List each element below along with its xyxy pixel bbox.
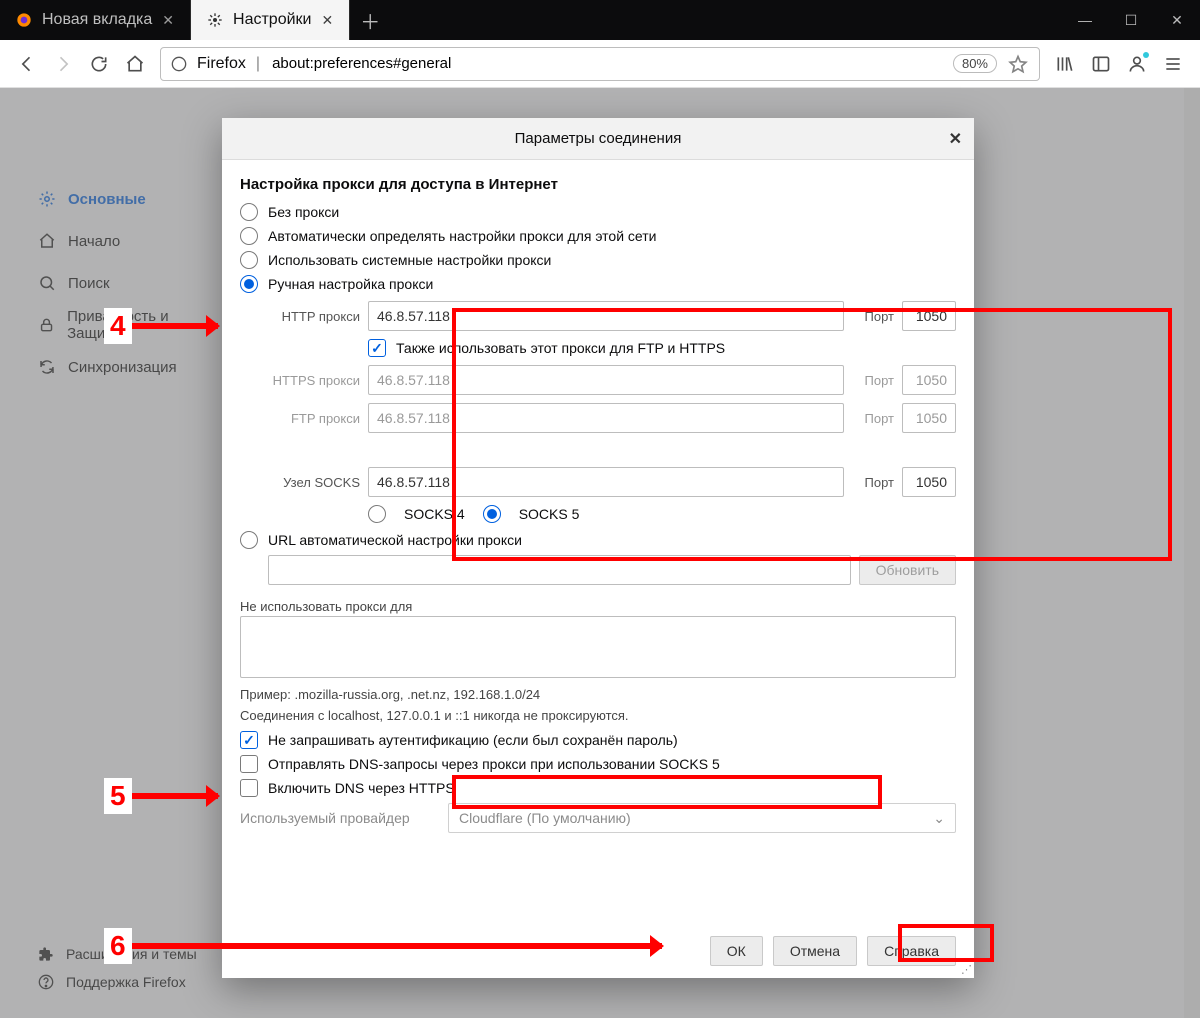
resize-grip-icon[interactable]: ⋰	[961, 963, 970, 976]
https-proxy-host	[368, 365, 844, 395]
socks-port[interactable]	[902, 467, 956, 497]
sidebar-toggle-icon[interactable]	[1090, 53, 1112, 75]
callout-6: 6	[104, 928, 662, 964]
dialog-header: Параметры соединения ✕	[222, 118, 974, 160]
provider-label: Используемый провайдер	[240, 810, 438, 826]
provider-select[interactable]: Cloudflare (По умолчанию) ⌄	[448, 803, 956, 833]
ftp-proxy-label: FTP прокси	[240, 411, 360, 426]
socks-host-label: Узел SOCKS	[240, 475, 360, 490]
connection-settings-dialog: Параметры соединения ✕ Настройка прокси …	[222, 118, 974, 978]
provider-value: Cloudflare (По умолчанию)	[459, 810, 631, 826]
bookmark-star-icon[interactable]	[1007, 53, 1029, 75]
radio-no-proxy[interactable]	[240, 203, 258, 221]
cancel-button[interactable]: Отмена	[773, 936, 857, 966]
window-controls: — ☐ ✕	[1062, 0, 1200, 40]
chk-share-proxy[interactable]	[368, 339, 386, 357]
http-proxy-label: HTTP прокси	[240, 309, 360, 324]
tab-label: Новая вкладка	[42, 11, 152, 29]
ftp-proxy-port	[902, 403, 956, 433]
socks-host[interactable]	[368, 467, 844, 497]
url-input[interactable]	[270, 54, 943, 73]
noproxy-textarea[interactable]	[240, 616, 956, 678]
dialog-title: Параметры соединения	[515, 130, 682, 147]
https-proxy-port	[902, 365, 956, 395]
callout-5: 5	[104, 778, 218, 814]
minimize-button[interactable]: —	[1062, 0, 1108, 40]
ftp-proxy-host	[368, 403, 844, 433]
port-label: Порт	[852, 309, 894, 324]
forward-button[interactable]	[52, 53, 74, 75]
http-proxy-port[interactable]	[902, 301, 956, 331]
http-proxy-host[interactable]	[368, 301, 844, 331]
noproxy-heading: Не использовать прокси для	[240, 599, 956, 614]
tab-label: Настройки	[233, 11, 311, 29]
library-icon[interactable]	[1054, 53, 1076, 75]
chk-doh[interactable]	[240, 779, 258, 797]
tab-settings[interactable]: Настройки ✕	[191, 0, 350, 40]
chk-auth[interactable]	[240, 731, 258, 749]
zoom-indicator[interactable]: 80%	[953, 54, 997, 73]
section-heading: Настройка прокси для доступа в Интернет	[240, 176, 956, 193]
home-button[interactable]	[124, 53, 146, 75]
radio-manual[interactable]	[240, 275, 258, 293]
close-icon[interactable]: ✕	[162, 12, 174, 29]
window-titlebar: Новая вкладка ✕ Настройки ✕ ＋ — ☐ ✕	[0, 0, 1200, 40]
radio-socks5[interactable]	[483, 505, 501, 523]
app-menu-button[interactable]	[1162, 53, 1184, 75]
account-icon[interactable]	[1126, 53, 1148, 75]
page-area: Основные Начало Поиск Приватность и Защи…	[0, 88, 1200, 1018]
ok-button[interactable]: ОК	[710, 936, 763, 966]
pac-url[interactable]	[268, 555, 851, 585]
dialog-footer: ОК Отмена Справка	[710, 936, 956, 966]
noproxy-note: Соединения с localhost, 127.0.0.1 и ::1 …	[240, 708, 956, 723]
chevron-down-icon: ⌄	[933, 810, 945, 827]
new-tab-button[interactable]: ＋	[350, 0, 390, 40]
radio-system[interactable]	[240, 251, 258, 269]
close-icon[interactable]: ✕	[321, 12, 333, 29]
noproxy-example: Пример: .mozilla-russia.org, .net.nz, 19…	[240, 687, 956, 702]
close-window-button[interactable]: ✕	[1154, 0, 1200, 40]
firefox-icon	[171, 56, 187, 72]
radio-socks4[interactable]	[368, 505, 386, 523]
radio-auto-detect[interactable]	[240, 227, 258, 245]
https-proxy-label: HTTPS прокси	[240, 373, 360, 388]
gear-icon	[207, 12, 223, 28]
nav-toolbar: Firefox | 80%	[0, 40, 1200, 88]
pac-reload-button[interactable]: Обновить	[859, 555, 956, 585]
firefox-icon	[16, 12, 32, 28]
reload-button[interactable]	[88, 53, 110, 75]
urlbar-identity: Firefox	[197, 55, 246, 73]
callout-4: 4	[104, 308, 218, 344]
tab-newtab[interactable]: Новая вкладка ✕	[0, 0, 191, 40]
help-button[interactable]: Справка	[867, 936, 956, 966]
chk-socks-dns[interactable]	[240, 755, 258, 773]
url-bar[interactable]: Firefox | 80%	[160, 47, 1040, 81]
maximize-button[interactable]: ☐	[1108, 0, 1154, 40]
dialog-close-button[interactable]: ✕	[949, 129, 962, 149]
radio-pac[interactable]	[240, 531, 258, 549]
back-button[interactable]	[16, 53, 38, 75]
